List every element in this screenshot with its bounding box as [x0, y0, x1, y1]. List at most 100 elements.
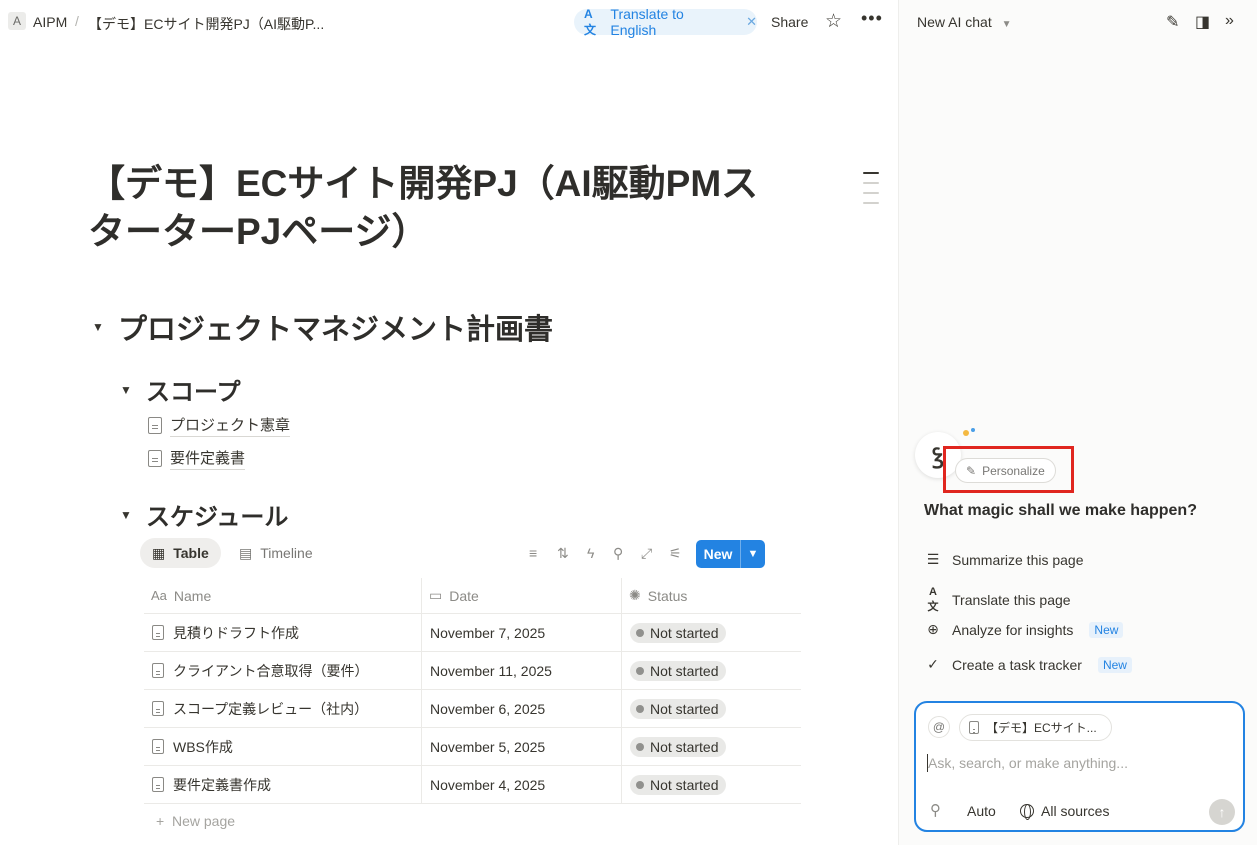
page-link[interactable]: 要件定義書	[148, 447, 246, 470]
page-link[interactable]: プロジェクト憲章	[148, 414, 291, 437]
page-icon	[148, 417, 162, 434]
new-page-button[interactable]: + New page	[156, 813, 235, 829]
translate-label: Translate to English	[610, 6, 684, 38]
share-button[interactable]: Share	[771, 14, 808, 30]
sort-icon[interactable]: ⇅	[557, 545, 569, 562]
more-icon[interactable]: •••	[861, 8, 883, 29]
close-icon[interactable]: ✕	[746, 14, 757, 30]
column-header-name[interactable]: Aa Name	[144, 578, 422, 613]
chat-selector[interactable]: New AI chat ▼	[917, 14, 1012, 30]
tab-table[interactable]: ▦ Table	[140, 538, 221, 568]
new-button-label[interactable]: New	[696, 546, 740, 562]
suggestion-label: Analyze for insights	[952, 621, 1074, 638]
name-cell[interactable]: スコープ定義レビュー（社内）	[144, 690, 422, 727]
chat-composer[interactable]: @ 【デモ】ECサイト... Ask, search, or make anyt…	[914, 701, 1245, 832]
sidebar-toggle-icon[interactable]: ◨	[1195, 12, 1210, 32]
breadcrumb-page[interactable]: 【デモ】ECサイト開発PJ（AI駆動P...	[88, 14, 324, 34]
toggle-heading-scope[interactable]: ▼ スコープ	[120, 372, 241, 407]
status-cell[interactable]: Not started	[622, 614, 801, 651]
toggle-heading-plan[interactable]: ▼ プロジェクトマネジメント計画書	[92, 306, 553, 348]
row-name: スコープ定義レビュー（社内）	[173, 700, 369, 717]
suggestion-summarize[interactable]: ☰ Summarize this page	[924, 551, 1084, 568]
name-cell[interactable]: WBS作成	[144, 728, 422, 765]
database-table: Aa Name ▭ Date ✺ Status 見積りドラフト作成 Novemb…	[144, 578, 801, 804]
page-title[interactable]: 【デモ】ECサイト開発PJ（AI駆動PMスターターPJページ）	[88, 160, 788, 256]
collapse-panel-icon[interactable]: »	[1225, 12, 1234, 30]
date-cell[interactable]: November 7, 2025	[422, 614, 622, 651]
column-header-status[interactable]: ✺ Status	[622, 578, 801, 613]
page-icon	[152, 701, 164, 716]
automation-icon[interactable]: ϟ	[587, 545, 594, 561]
text-property-icon: Aa	[151, 588, 167, 603]
highlight-box	[943, 446, 1074, 493]
translate-icon: A文	[927, 586, 939, 613]
toggle-triangle-icon[interactable]: ▼	[120, 508, 146, 522]
plus-icon: +	[156, 813, 165, 829]
page-link-label: 要件定義書	[170, 447, 246, 470]
expand-icon[interactable]: ⤢	[641, 545, 652, 562]
table-row[interactable]: スコープ定義レビュー（社内） November 6, 2025 Not star…	[144, 690, 801, 728]
table-of-contents[interactable]	[863, 172, 879, 212]
status-cell[interactable]: Not started	[622, 652, 801, 689]
chevron-down-icon[interactable]: ▼	[741, 548, 765, 560]
context-chip[interactable]: 【デモ】ECサイト...	[959, 714, 1112, 741]
status-cell[interactable]: Not started	[622, 766, 801, 803]
table-row[interactable]: WBS作成 November 5, 2025 Not started	[144, 728, 801, 766]
page-icon	[969, 721, 979, 734]
attach-icon[interactable]: ⚲	[930, 801, 941, 819]
suggestion-analyze[interactable]: ⊕ Analyze for insights New	[924, 621, 1124, 638]
filter-icon[interactable]: ≡	[529, 545, 537, 561]
mention-button[interactable]: @	[928, 716, 950, 738]
date-cell[interactable]: November 11, 2025	[422, 652, 622, 689]
column-label: Name	[173, 587, 212, 604]
toggle-triangle-icon[interactable]: ▼	[120, 383, 146, 397]
top-bar: A AIPM / 【デモ】ECサイト開発PJ（AI駆動P... A文 Trans…	[0, 0, 898, 44]
status-dot	[636, 780, 644, 789]
status-cell[interactable]: Not started	[622, 690, 801, 727]
translate-icon: A文	[584, 6, 597, 37]
new-chat-icon[interactable]: ✎	[1166, 12, 1179, 32]
page-icon	[148, 450, 162, 467]
new-button[interactable]: New ▼	[696, 540, 765, 568]
toggle-triangle-icon[interactable]: ▼	[92, 320, 118, 334]
table-row[interactable]: 見積りドラフト作成 November 7, 2025 Not started	[144, 614, 801, 652]
table-icon: ▦	[152, 544, 166, 561]
date-cell[interactable]: November 4, 2025	[422, 766, 622, 803]
date-cell[interactable]: November 5, 2025	[422, 728, 622, 765]
status-cell[interactable]: Not started	[622, 728, 801, 765]
translate-button[interactable]: A文 Translate to English ✕	[574, 6, 757, 38]
tab-timeline[interactable]: ▤ Timeline	[227, 538, 325, 568]
table-row[interactable]: 要件定義書作成 November 4, 2025 Not started	[144, 766, 801, 804]
suggestion-label: Create a task tracker	[952, 656, 1082, 673]
toc-line	[863, 182, 879, 184]
settings-icon[interactable]: ⚟	[669, 545, 682, 562]
workspace-icon[interactable]: A	[8, 12, 26, 30]
status-dot	[636, 704, 644, 713]
row-name: 要件定義書作成	[173, 776, 271, 793]
chat-input[interactable]: Ask, search, or make anything...	[928, 755, 1128, 771]
table-row[interactable]: クライアント合意取得（要件） November 11, 2025 Not sta…	[144, 652, 801, 690]
status-badge: Not started	[630, 660, 727, 681]
tab-label: Timeline	[260, 545, 313, 561]
sparkle-icon	[971, 428, 975, 432]
send-button[interactable]: ↑	[1209, 799, 1235, 825]
toc-line	[863, 192, 879, 194]
sources-selector[interactable]: All sources	[1020, 803, 1109, 820]
heading-text: スケジュール	[146, 504, 289, 531]
suggestion-translate[interactable]: A文 Translate this page	[924, 586, 1071, 614]
breadcrumb-workspace[interactable]: AIPM	[33, 14, 67, 30]
search-icon[interactable]: ⚲	[613, 545, 623, 562]
status-label: Not started	[650, 700, 719, 717]
star-icon[interactable]: ☆	[825, 10, 842, 33]
ai-chat-panel: New AI chat ▼ ✎ ◨ » ꝣ ✎ Personalize What…	[898, 0, 1257, 845]
suggestion-task-tracker[interactable]: ✓ Create a task tracker New	[924, 656, 1132, 673]
name-cell[interactable]: クライアント合意取得（要件）	[144, 652, 422, 689]
column-header-date[interactable]: ▭ Date	[422, 578, 622, 613]
toggle-heading-schedule[interactable]: ▼ スケジュール	[120, 497, 288, 532]
name-cell[interactable]: 要件定義書作成	[144, 766, 422, 803]
breadcrumb-separator: /	[75, 13, 79, 29]
mode-selector[interactable]: Auto	[967, 803, 996, 819]
new-badge: New	[1097, 656, 1132, 673]
date-cell[interactable]: November 6, 2025	[422, 690, 622, 727]
name-cell[interactable]: 見積りドラフト作成	[144, 614, 422, 651]
